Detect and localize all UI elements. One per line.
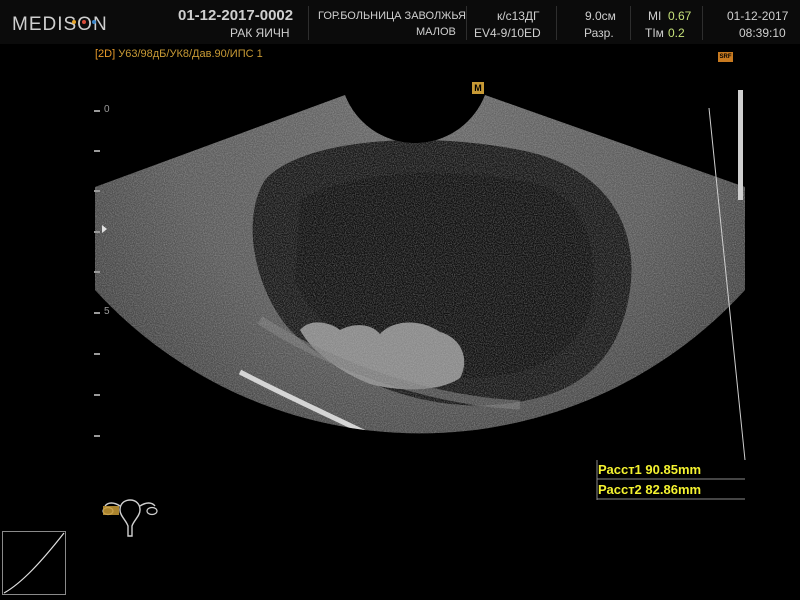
scale-tick xyxy=(94,394,100,396)
measurement-1: Расст1 90.85mm xyxy=(598,462,701,477)
exam-time: 08:39:10 xyxy=(739,26,786,40)
mi-label: MI xyxy=(648,9,662,23)
mi-value: 0.67 xyxy=(668,9,692,23)
header-bar: MEDISON 01-12-2017-0002 РАК ЯИЧН ГОР.БОЛ… xyxy=(0,0,800,44)
focus-marker-icon xyxy=(102,225,107,233)
header-divider xyxy=(466,6,467,40)
measurement-value: 90.85mm xyxy=(645,462,702,477)
settings-text: У63/98дБ/УК8/Дав.90/ xyxy=(118,48,230,60)
scale-tick xyxy=(94,190,100,192)
scale-tick xyxy=(94,110,100,112)
depth-value: 9.0см xyxy=(585,9,616,23)
brand-dot-3 xyxy=(92,20,96,24)
gamma-curve-icon xyxy=(2,531,66,595)
imaging-params: [2D] У63/98дБ/УК8/Дав.90/ИПС 1 xyxy=(95,48,263,60)
doctor-name: МАЛОВ xyxy=(416,26,456,38)
ips-text: ИПС 1 xyxy=(229,48,263,60)
exam-date: 01-12-2017 xyxy=(727,9,789,23)
scale-tick xyxy=(94,150,100,152)
orientation-marker: M xyxy=(472,82,484,94)
uterus-bodymarker-icon xyxy=(102,499,158,537)
measurement-value: 82.86mm xyxy=(645,482,702,497)
header-divider xyxy=(308,6,309,40)
brand-dot-2 xyxy=(82,20,86,24)
header-divider xyxy=(630,6,631,40)
scale-tick xyxy=(94,231,100,233)
header-divider xyxy=(556,6,557,40)
scale-label-5: 5 xyxy=(104,306,110,317)
patient-id: 01-12-2017-0002 xyxy=(178,7,294,24)
ti-label: TIм xyxy=(645,26,664,40)
brand-dot-1 xyxy=(72,20,76,24)
srf-badge: SRF xyxy=(718,52,733,62)
ti-value: 0.2 xyxy=(668,26,685,40)
measurement-2: Расст2 82.86mm xyxy=(598,482,701,497)
probe-model: EV4-9/10ED xyxy=(474,26,541,40)
scale-tick xyxy=(94,271,100,273)
scale-tick xyxy=(94,435,100,437)
measurement-label: Расст2 xyxy=(598,482,642,497)
depth-label: Разр. xyxy=(584,26,614,40)
diagnosis-text: РАК ЯИЧН xyxy=(230,26,290,40)
header-divider xyxy=(702,6,703,40)
mode-label: [2D] xyxy=(95,48,116,60)
scale-tick xyxy=(94,312,100,314)
measurement-label: Расст1 xyxy=(598,462,642,477)
scale-tick xyxy=(94,353,100,355)
scale-label-0: 0 xyxy=(104,104,110,115)
hospital-name: ГОР.БОЛЬНИЦА ЗАВОЛЖЬЯ xyxy=(318,10,466,22)
probe-preset: к/с13ДГ xyxy=(497,9,540,23)
brand-dots xyxy=(72,11,102,29)
